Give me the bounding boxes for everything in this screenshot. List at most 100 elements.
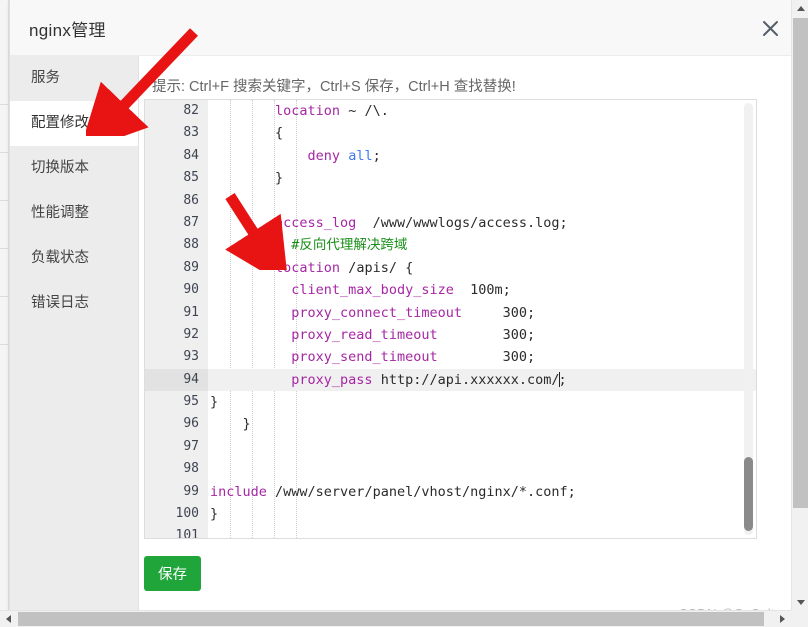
code-line[interactable] [208, 458, 756, 480]
line-number: 89 [183, 259, 199, 275]
code-token: proxy_pass [291, 371, 373, 388]
code-line[interactable]: location ~ /\. [208, 100, 756, 122]
line-number: 84 [183, 147, 199, 163]
line-number: 88 [183, 237, 199, 253]
nginx-manager-dialog: nginx管理 服务配置修改切换版本性能调整负载状态错误日志 提示: Ctrl+… [9, 0, 799, 612]
editor-vertical-scrollbar[interactable] [744, 103, 753, 535]
code-token: /www/wwwlogs/access.log; [356, 214, 568, 231]
line-number: 93 [183, 349, 199, 365]
scrollbar-corner [791, 610, 808, 627]
horizontal-scrollbar-thumb[interactable] [18, 612, 764, 626]
sidebar-item-label: 性能调整 [31, 205, 89, 221]
code-line[interactable]: #反向代理解决跨域 [208, 234, 756, 256]
code-token: } [210, 506, 219, 523]
code-editor[interactable]: 82 83 84 85 86 87 88 89 90 91 92 93 94 95 96 97 98 99 100 1… [144, 99, 757, 539]
code-token: } [210, 170, 284, 187]
line-number-gutter: 82 83 84 85 86 87 88 89 90 91 92 93 94 95 96 97 98 99 100 1… [145, 100, 208, 538]
sidebar-item-label: 错误日志 [31, 295, 89, 311]
editor-hint: 提示: Ctrl+F 搜索关键字，Ctrl+S 保存，Ctrl+H 查找替换! [152, 79, 516, 95]
window-horizontal-scrollbar[interactable] [0, 610, 808, 627]
sidebar-item-label: 服务 [31, 70, 60, 86]
code-token: ; [558, 371, 567, 388]
sidebar-item-1[interactable]: 配置修改 [10, 101, 138, 146]
code-token: ; [372, 147, 381, 164]
line-number: 101 [175, 528, 199, 539]
code-line[interactable]: proxy_read_timeout 300; [208, 324, 756, 346]
code-token: client_max_body_size [291, 282, 454, 299]
line-number: 98 [183, 461, 199, 477]
code-line[interactable] [208, 190, 756, 212]
line-number: 95 [183, 394, 199, 410]
code-line[interactable]: } [208, 413, 756, 435]
code-line[interactable]: location /apis/ { [208, 257, 756, 279]
editor-scrollbar-thumb[interactable] [744, 457, 753, 531]
sidebar-item-4[interactable]: 负载状态 [10, 236, 138, 281]
code-line[interactable]: proxy_send_timeout 300; [208, 346, 756, 368]
code-token: all [348, 147, 373, 164]
scroll-up-icon[interactable] [792, 0, 808, 17]
code-token: proxy_send_timeout [291, 349, 438, 366]
line-number: 82 [183, 103, 199, 118]
line-number: 96 [183, 416, 199, 432]
code-token: } [210, 394, 219, 411]
window-vertical-scrollbar[interactable] [791, 0, 808, 611]
code-line[interactable] [208, 525, 756, 538]
code-line[interactable]: } [208, 167, 756, 189]
code-token: } [210, 416, 251, 433]
code-token: location [275, 103, 341, 119]
scroll-left-icon[interactable] [0, 611, 17, 627]
sidebar-item-label: 负载状态 [31, 250, 89, 266]
code-line[interactable]: client_max_body_size 100m; [208, 279, 756, 301]
scroll-down-icon[interactable] [792, 594, 808, 611]
line-number: 86 [183, 192, 199, 208]
code-token: 300; [437, 349, 536, 366]
sidebar-item-2[interactable]: 切换版本 [10, 146, 138, 191]
sidebar-item-label: 切换版本 [31, 160, 89, 176]
code-token: proxy_read_timeout [291, 326, 438, 343]
code-token: location [275, 259, 341, 276]
code-token: 300; [437, 326, 536, 343]
code-token: 300; [461, 304, 536, 321]
code-line[interactable]: include /www/server/panel/vhost/nginx/*.… [208, 481, 756, 503]
code-line[interactable]: } [208, 391, 756, 413]
save-button[interactable]: 保存 [144, 556, 201, 591]
vertical-scrollbar-thumb[interactable] [793, 18, 808, 508]
dialog-body: 服务配置修改切换版本性能调整负载状态错误日志 提示: Ctrl+F 搜索关键字，… [10, 56, 798, 610]
line-number: 100 [175, 506, 199, 522]
code-line[interactable]: } [208, 503, 756, 525]
code-token: deny [307, 147, 341, 164]
line-number: 87 [183, 214, 199, 230]
close-icon[interactable] [750, 8, 790, 48]
line-number: 97 [183, 438, 199, 454]
code-line[interactable]: proxy_connect_timeout 300; [208, 302, 756, 324]
code-token: access_log [275, 214, 357, 231]
background-page-strip [0, 0, 9, 612]
main-panel: 提示: Ctrl+F 搜索关键字，Ctrl+S 保存，Ctrl+H 查找替换! … [139, 56, 798, 610]
sidebar-item-3[interactable]: 性能调整 [10, 191, 138, 236]
scroll-right-icon[interactable] [774, 611, 791, 627]
code-content[interactable]: location ~ /\. { deny all; } access_log … [208, 100, 756, 538]
code-line[interactable]: access_log /www/wwwlogs/access.log; [208, 212, 756, 234]
code-token: { [210, 125, 284, 142]
code-token: proxy_connect_timeout [291, 304, 462, 321]
code-line[interactable]: deny all; [208, 145, 756, 167]
dialog-header: nginx管理 [10, 0, 798, 56]
line-number: 94 [145, 368, 208, 392]
sidebar-item-5[interactable]: 错误日志 [10, 281, 138, 326]
code-token: /www/server/panel/vhost/nginx/*.conf; [266, 483, 576, 500]
line-number: 90 [183, 282, 199, 298]
code-line[interactable] [208, 436, 756, 458]
line-number: 85 [183, 170, 199, 186]
sidebar-item-0[interactable]: 服务 [10, 56, 138, 101]
code-line[interactable]: { [208, 122, 756, 144]
code-line[interactable]: proxy_pass http://api.xxxxxx.com/; [208, 368, 756, 392]
